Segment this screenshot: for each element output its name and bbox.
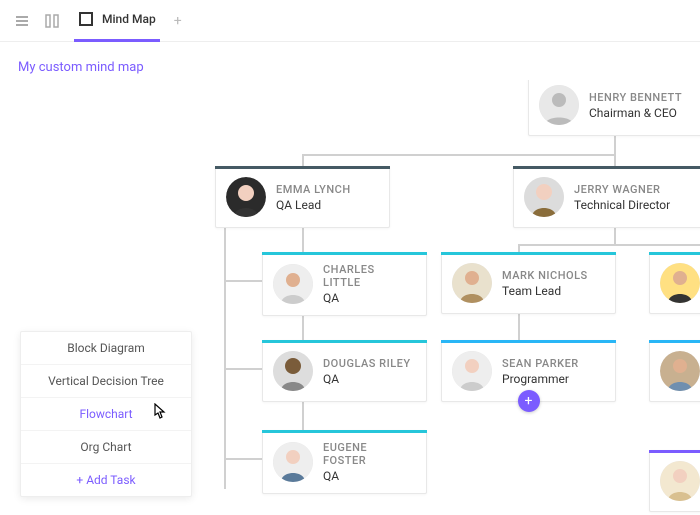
org-card[interactable]: CHARLES LITTLE QA (262, 252, 427, 316)
avatar (452, 263, 492, 303)
avatar (273, 264, 313, 304)
avatar (660, 263, 700, 303)
card-role: QA Lead (276, 198, 351, 212)
topbar: Mind Map + (0, 0, 700, 42)
card-role: QA (323, 469, 412, 483)
menu-add-task[interactable]: + Add Task (21, 464, 191, 496)
avatar (660, 351, 700, 391)
org-card[interactable]: EMMA LYNCH QA Lead (215, 166, 390, 228)
board-view-icon[interactable] (44, 13, 60, 29)
card-name: EMMA LYNCH (276, 183, 351, 196)
cursor-icon (151, 403, 167, 425)
avatar (452, 351, 492, 391)
card-role: QA (323, 291, 412, 305)
avatar (524, 177, 564, 217)
menu-block-diagram[interactable]: Block Diagram (21, 332, 191, 365)
avatar (273, 442, 313, 482)
mindmap-icon (78, 11, 94, 27)
org-card[interactable]: EUGENE FOSTER QA (262, 430, 427, 494)
card-role: Technical Director (574, 198, 670, 212)
org-card[interactable]: JERRY WAGNER Technical Director (513, 166, 700, 228)
card-name: DOUGLAS RILEY (323, 357, 411, 370)
org-card[interactable]: MARK NICHOLS Team Lead (441, 252, 616, 314)
card-name: HENRY BENNETT (589, 91, 682, 104)
add-child-button[interactable]: + (518, 390, 540, 412)
list-view-icon[interactable] (14, 13, 30, 29)
card-role: Team Lead (502, 284, 588, 298)
org-card[interactable]: HENRY BENNETT Chairman & CEO (528, 80, 700, 136)
org-card[interactable]: NICK (649, 252, 700, 314)
avatar (226, 177, 266, 217)
avatar (273, 351, 313, 391)
breadcrumb[interactable]: My custom mind map (0, 42, 700, 85)
menu-item-label: Flowchart (79, 407, 132, 421)
card-role: Chairman & CEO (589, 106, 682, 120)
card-role: QA (323, 372, 411, 386)
card-name: JERRY WAGNER (574, 183, 670, 196)
card-name: MARK NICHOLS (502, 269, 588, 282)
card-role: Programmer (502, 372, 579, 386)
avatar (539, 85, 579, 125)
menu-flowchart[interactable]: Flowchart (21, 398, 191, 431)
org-card[interactable]: JOH Juni (649, 450, 700, 512)
card-name: SEAN PARKER (502, 357, 579, 370)
plus-icon: + (76, 473, 86, 487)
avatar (660, 461, 700, 501)
card-name: CHARLES LITTLE (323, 263, 412, 289)
org-card[interactable]: SEAN PARKER Programmer + (441, 340, 616, 402)
menu-item-label: Add Task (86, 473, 135, 487)
org-card[interactable]: MICH Prog (649, 340, 700, 402)
tab-label: Mind Map (102, 12, 156, 26)
context-menu: Block Diagram Vertical Decision Tree Flo… (20, 331, 192, 497)
menu-vertical-decision-tree[interactable]: Vertical Decision Tree (21, 365, 191, 398)
add-tab-button[interactable]: + (174, 13, 182, 29)
menu-org-chart[interactable]: Org Chart (21, 431, 191, 464)
card-name: EUGENE FOSTER (323, 441, 412, 467)
tab-mindmap[interactable]: Mind Map (74, 0, 160, 42)
org-card[interactable]: DOUGLAS RILEY QA (262, 340, 427, 402)
